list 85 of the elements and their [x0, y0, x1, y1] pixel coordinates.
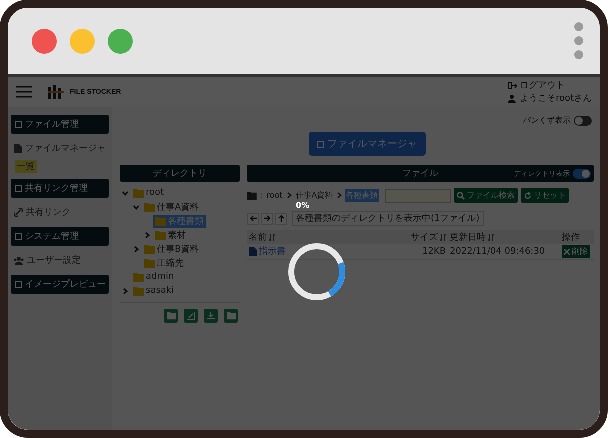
logo-icon [48, 85, 64, 99]
sidebar-item[interactable]: ファイルマネージャ [11, 140, 109, 157]
table-cell-text: 12KB [421, 246, 447, 256]
edit-button[interactable] [184, 309, 198, 323]
toggle-label: パンくず表示 [523, 115, 571, 126]
toggle-switch[interactable] [573, 168, 591, 178]
folder-icon [166, 312, 176, 320]
table-cell-text: 2022/11/04 09:46:30 [449, 246, 546, 256]
column-header[interactable]: サイズ [406, 230, 448, 244]
folder-icon [133, 286, 144, 296]
sidebar-item[interactable]: ユーザー設定 [11, 252, 109, 269]
file-name-link[interactable]: 指示書 [247, 245, 406, 258]
chevron-right-icon[interactable] [133, 246, 140, 252]
arrow-right-icon [264, 215, 270, 222]
sidebar-section-header[interactable]: システム管理 [11, 227, 109, 246]
sidebar-item[interactable]: 共有リンク [11, 204, 109, 221]
sort-icon [440, 234, 446, 240]
breadcrumb-separator: : [260, 191, 263, 200]
sort-icon [488, 234, 494, 240]
users-icon [14, 256, 24, 264]
chevron-right-icon[interactable] [144, 232, 151, 238]
user-icon [508, 94, 517, 102]
tree-item[interactable]: 仕事B資料 [142, 242, 202, 256]
new-folder-button[interactable] [164, 309, 178, 323]
sidebar-section-header[interactable]: 共有リンク管理 [11, 179, 109, 198]
more-icon[interactable] [574, 22, 584, 60]
tree-item[interactable]: root [131, 188, 166, 198]
column-header[interactable]: 更新日時 [448, 230, 560, 244]
folder-icon [133, 188, 144, 198]
forward-button[interactable] [261, 212, 273, 224]
file-search-button[interactable]: ファイル検索 [454, 188, 518, 203]
menu-icon[interactable] [16, 86, 32, 98]
welcome-text: ようこそrootさん [508, 92, 592, 105]
folder-icon [144, 258, 155, 268]
maximize-dot-icon[interactable] [108, 28, 133, 54]
back-button[interactable] [247, 212, 259, 224]
tree-item[interactable]: sasaki [131, 286, 176, 296]
chevron-right-icon[interactable] [122, 288, 129, 294]
sidebar-section-header[interactable]: ファイル管理 [11, 115, 109, 134]
folder-icon [226, 312, 236, 320]
minimize-dot-icon[interactable] [70, 28, 95, 54]
logout-link[interactable]: ログアウト [508, 79, 592, 92]
search-icon [457, 192, 466, 200]
reset-button[interactable]: リセット [521, 188, 570, 203]
close-dot-icon[interactable] [32, 28, 57, 54]
chevron-down-icon[interactable] [133, 204, 140, 210]
file-icon [14, 144, 22, 153]
column-header[interactable]: 操作 [560, 230, 594, 244]
up-button[interactable] [275, 212, 287, 224]
folder-icon [144, 244, 155, 254]
loading-percent: 0% [296, 201, 310, 210]
delete-button[interactable]: 削除 [562, 245, 590, 258]
toggle-switch[interactable] [574, 116, 592, 126]
chevron-down-icon[interactable] [122, 190, 129, 196]
folder-icon [144, 202, 155, 212]
folder-icon [155, 216, 166, 226]
breadcrumb-item[interactable]: root [266, 190, 284, 201]
file-manager-button[interactable]: ファイルマネージャ [308, 132, 426, 156]
tree-item[interactable]: 仕事A資料 [142, 200, 202, 214]
chevron-right-icon [286, 192, 292, 199]
arrow-left-icon [250, 215, 256, 222]
breadcrumb-item[interactable]: 仕事A資料 [294, 189, 334, 202]
sort-icon [269, 234, 275, 240]
close-icon [564, 248, 570, 254]
document-icon [249, 247, 257, 256]
panel-title: ファイル [402, 168, 438, 180]
edit-icon [187, 312, 195, 320]
folder-icon [247, 192, 257, 200]
tree-item[interactable]: 圧縮先 [142, 256, 186, 270]
folder-icon [133, 272, 144, 282]
folder-icon [155, 230, 166, 240]
chevron-right-icon [337, 192, 342, 199]
link-icon [14, 208, 23, 217]
logout-icon [508, 82, 517, 90]
panel-header: ディレクトリ [120, 165, 240, 182]
sidebar-section-header[interactable]: イメージプレビュー [11, 275, 109, 294]
arrow-up-icon [278, 215, 284, 222]
column-header[interactable]: 名前 [247, 230, 406, 244]
download-icon [207, 312, 215, 320]
folder-button[interactable] [224, 309, 238, 323]
tree-item[interactable]: admin [131, 272, 176, 282]
status-text: 各種書類のディレクトリを表示中(1ファイル) [292, 211, 484, 226]
download-button[interactable] [204, 309, 218, 323]
tree-item[interactable]: 素材 [153, 228, 188, 242]
refresh-icon [524, 192, 532, 200]
